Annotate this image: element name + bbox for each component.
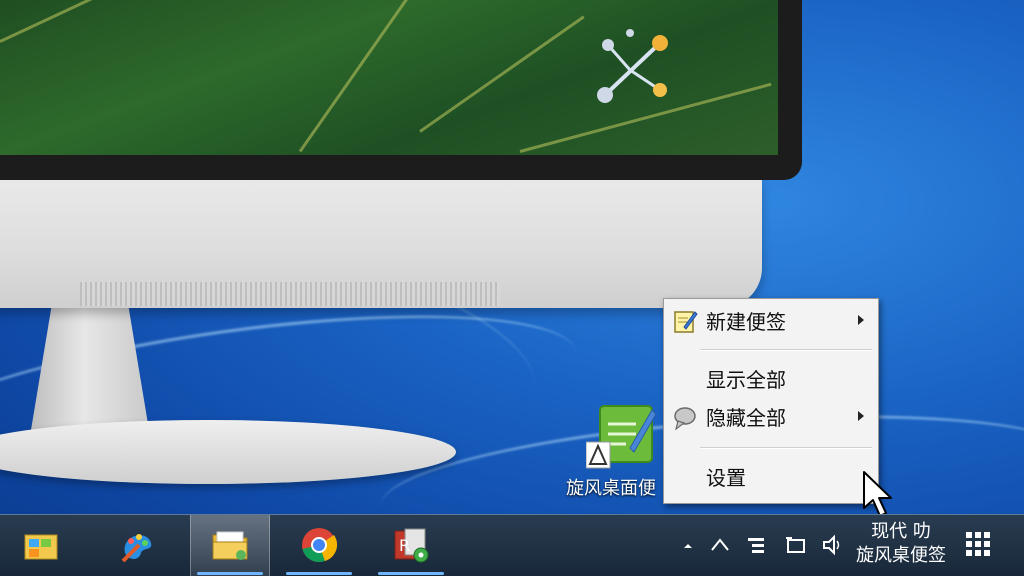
submenu-arrow-icon <box>858 411 864 421</box>
menu-item-show-all[interactable]: 显示全部 <box>664 361 878 399</box>
taskbar-start-folder[interactable] <box>2 515 80 576</box>
menu-separator <box>700 349 872 351</box>
menu-item-label: 新建便签 <box>706 310 786 334</box>
sticky-note-app-icon <box>586 405 656 469</box>
monitor-bezel <box>0 0 802 180</box>
speech-bubble-icon <box>674 407 696 431</box>
leaf-vein <box>298 0 428 153</box>
menu-separator <box>700 447 872 449</box>
taskbar-paint-app[interactable] <box>98 515 176 576</box>
monitor-screen <box>0 0 778 155</box>
running-indicator <box>286 572 352 575</box>
monitor-vent <box>80 282 500 306</box>
tray-clock[interactable]: 现代 叻 旋风桌便签 <box>846 520 956 570</box>
network-sparkle-icon <box>597 29 668 103</box>
app-grid-icon[interactable] <box>964 530 992 558</box>
desktop-shortcut-label: 旋风桌面便 <box>566 478 656 499</box>
menu-item-label: 隐藏全部 <box>706 406 786 430</box>
menu-item-label: 设置 <box>706 466 746 490</box>
monitor-stand-base <box>0 420 456 484</box>
menu-item-hide-all[interactable]: 隐藏全部 <box>664 399 878 437</box>
tray-chevron-up-icon[interactable] <box>708 534 732 556</box>
clock-line-1: 现代 叻 <box>871 521 931 542</box>
clock-line-2: 旋风桌便签 <box>856 545 946 566</box>
tray-context-menu: 新建便签 显示全部 隐藏全部 设置 <box>663 298 879 504</box>
leaf-vein <box>0 0 146 43</box>
svg-text:R: R <box>399 536 410 555</box>
notepad-pencil-icon <box>674 311 698 333</box>
volume-icon[interactable] <box>820 534 844 556</box>
toolbox-app-icon: R <box>394 528 429 563</box>
menu-item-settings[interactable]: 设置 <box>664 459 878 497</box>
leaf-vein <box>419 15 585 133</box>
taskbar-chrome[interactable] <box>280 515 358 576</box>
desktop-shortcut[interactable]: 旋风桌面便 <box>566 400 676 506</box>
show-hidden-icons-arrow[interactable] <box>676 534 700 556</box>
chrome-icon <box>302 528 338 563</box>
start-folder-icon <box>24 534 58 560</box>
file-explorer-icon <box>212 531 248 560</box>
taskbar-toolbox-app[interactable]: R <box>372 515 450 576</box>
submenu-arrow-icon <box>858 315 864 325</box>
desktop: 旋风桌面便 新建便签 显示全部 隐藏全部 设置 R 现代 叻 旋风桌便签 <box>0 0 1024 576</box>
active-indicator <box>197 572 263 575</box>
network-icon[interactable] <box>784 534 808 556</box>
menu-item-label: 显示全部 <box>706 368 786 392</box>
taskbar-file-explorer[interactable] <box>190 515 270 576</box>
paint-palette-icon <box>121 534 152 563</box>
menu-item-new-note[interactable]: 新建便签 <box>664 303 878 341</box>
running-indicator <box>378 572 444 575</box>
action-center-icon[interactable] <box>744 534 768 556</box>
